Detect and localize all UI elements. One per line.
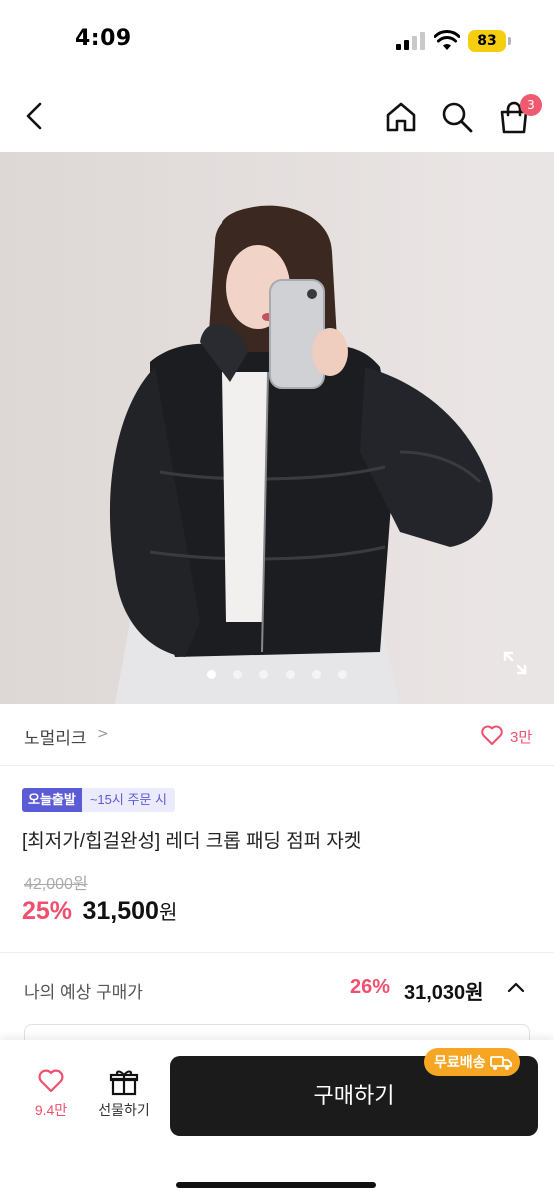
product-photo <box>0 152 554 704</box>
signal-icon <box>396 32 426 50</box>
today-ship-tag: 오늘출발 <box>22 788 82 812</box>
divider <box>0 952 554 953</box>
wishlist-button[interactable]: 9.4만 <box>24 1068 78 1132</box>
wifi-icon <box>434 30 460 50</box>
expected-price-row[interactable]: 나의 예상 구매가 26% 31,030원 <box>0 954 554 1024</box>
battery-icon: 83 <box>468 30 506 52</box>
pagination-dot[interactable] <box>311 670 321 679</box>
status-time: 4:09 <box>75 26 132 51</box>
chevron-left-icon[interactable] <box>18 98 54 134</box>
expected-discount: 26% <box>350 976 391 998</box>
original-price: 42,000원 <box>24 876 88 893</box>
heart-icon <box>481 725 503 745</box>
sale-price: 31,500 <box>82 897 159 925</box>
discount-rate: 25% <box>22 897 73 925</box>
pagination-dot[interactable] <box>337 670 347 679</box>
expected-price: 31,030원 <box>404 982 484 1004</box>
truck-icon <box>489 1056 512 1071</box>
brand-like-count: 3만 <box>510 729 533 746</box>
brand-like-button[interactable]: 3만 <box>480 722 540 750</box>
gift-label: 선물하기 <box>98 1102 150 1118</box>
chevron-up-icon[interactable] <box>506 978 526 998</box>
pagination-dot[interactable] <box>207 670 217 679</box>
free-shipping-label: 무료배송 <box>434 1054 486 1070</box>
image-pagination <box>0 664 554 680</box>
pagination-dot[interactable] <box>233 670 243 679</box>
chevron-right-icon: > <box>97 726 109 742</box>
battery-level: 83 <box>477 33 497 49</box>
brand-name[interactable]: 노멀리크 <box>24 724 87 749</box>
home-icon[interactable] <box>382 98 420 136</box>
expand-icon[interactable] <box>502 650 528 676</box>
brand-row[interactable]: 노멀리크 > 3만 <box>0 704 554 766</box>
delivery-tags: 오늘출발 ~15시 주문 시 <box>22 788 175 814</box>
gift-icon <box>109 1070 139 1096</box>
pagination-dot[interactable] <box>259 670 269 679</box>
cart-badge: 3 <box>520 94 542 116</box>
product-title: [최저가/힙걸완성] 레더 크롭 패딩 점퍼 자켓 <box>22 831 362 852</box>
home-indicator <box>176 1182 376 1188</box>
order-deadline-tag: ~15시 주문 시 <box>81 788 175 812</box>
bottom-action-bar: 9.4만 선물하기 구매하기 무료배송 <box>0 1040 554 1200</box>
product-image[interactable] <box>0 152 554 704</box>
pagination-dot[interactable] <box>285 670 295 679</box>
expected-price-label: 나의 예상 구매가 <box>24 983 143 1002</box>
nav-bar <box>0 80 554 152</box>
heart-icon <box>38 1069 64 1093</box>
free-shipping-badge: 무료배송 <box>424 1048 520 1076</box>
gift-button[interactable]: 선물하기 <box>90 1068 158 1132</box>
price-row: 25% 31,500원 <box>22 896 177 930</box>
wishlist-count: 9.4만 <box>34 1102 68 1118</box>
status-bar: 4:09 83 <box>0 0 554 80</box>
currency-unit: 원 <box>158 902 178 924</box>
search-icon[interactable] <box>438 98 476 136</box>
battery-cap <box>508 37 511 45</box>
